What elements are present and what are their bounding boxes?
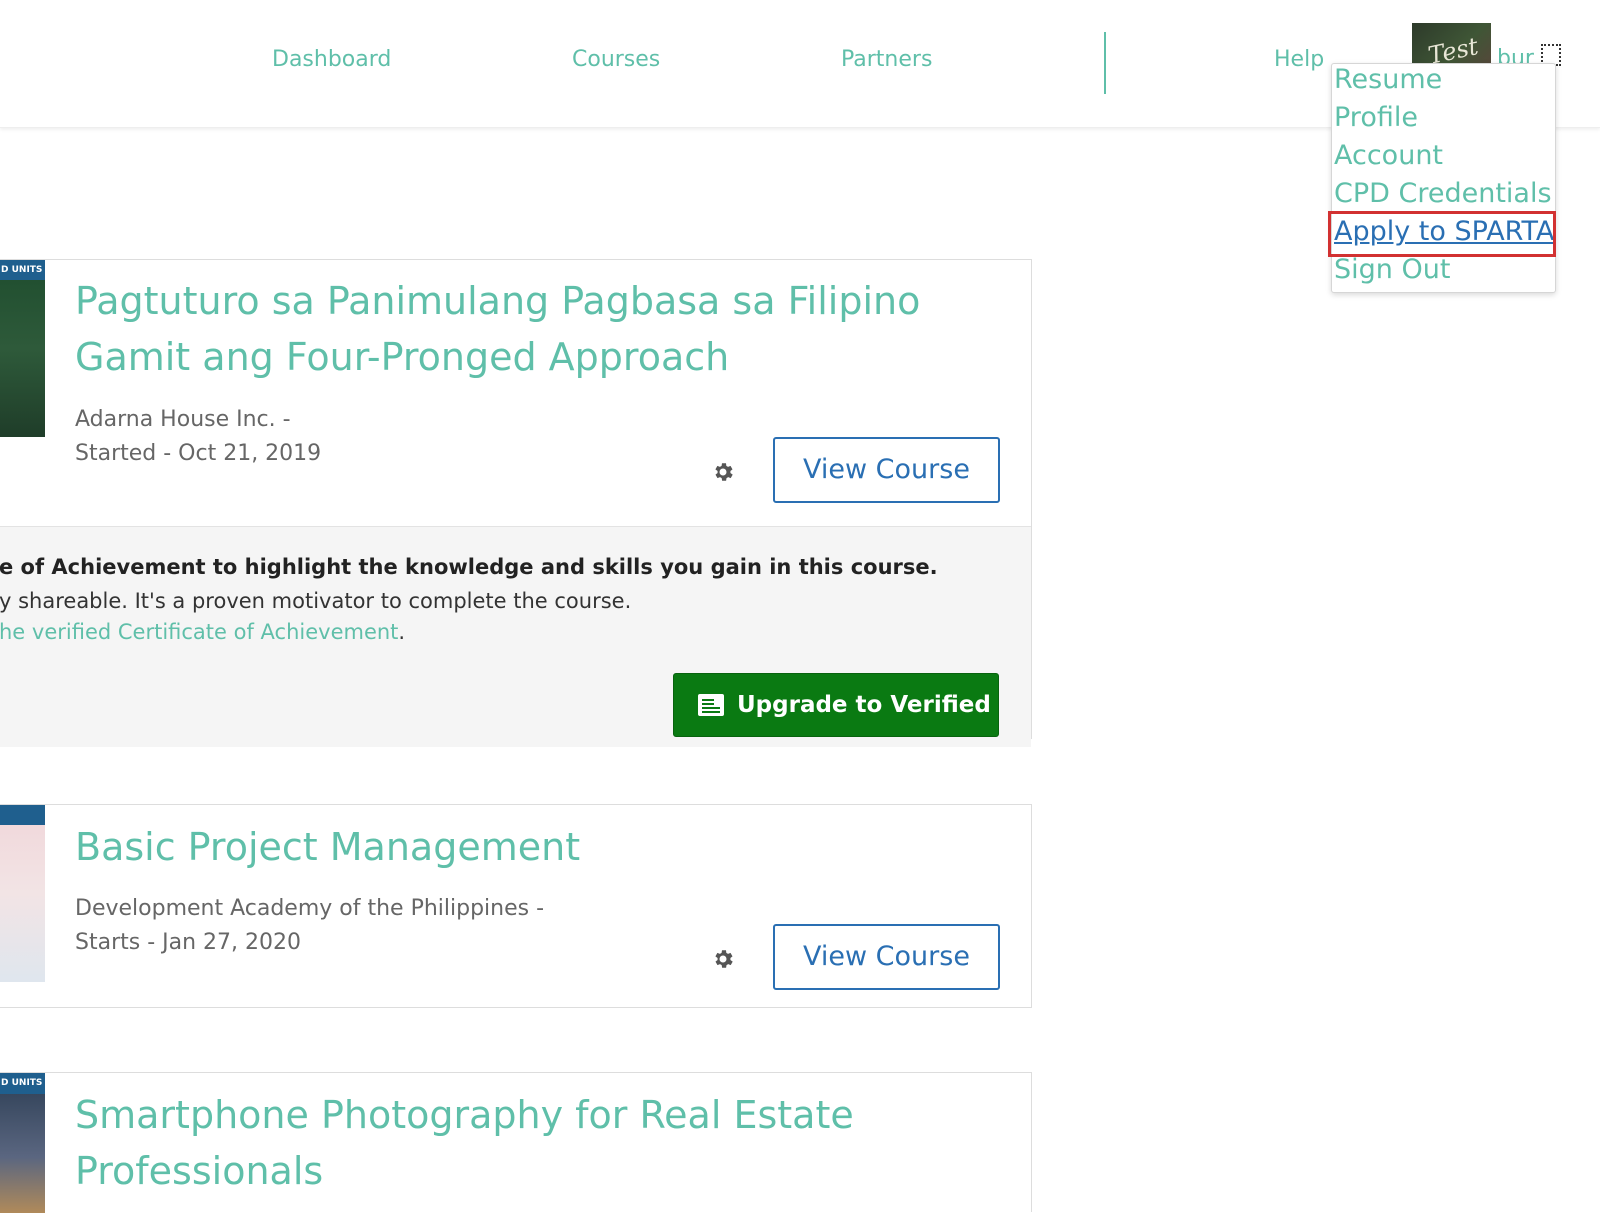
course-org: Development Academy of the Philippines - (75, 896, 545, 921)
gear-icon[interactable] (711, 460, 735, 484)
menu-item-cpd-credentials[interactable]: CPD Credentials (1334, 178, 1552, 209)
certificate-icon (698, 694, 724, 716)
upsell-period: . (398, 620, 406, 644)
upsell-text: y shareable. It's a proven motivator to … (0, 589, 632, 613)
course-card: D UNITS Smartphone Photography for Real … (0, 1072, 1032, 1213)
menu-item-sign-out[interactable]: Sign Out (1334, 254, 1450, 285)
units-badge (0, 805, 45, 825)
upgrade-upsell: e of Achievement to highlight the knowle… (0, 526, 1031, 747)
upsell-headline: e of Achievement to highlight the knowle… (0, 555, 938, 579)
nav-help[interactable]: Help (1274, 47, 1324, 72)
nav-dashboard[interactable]: Dashboard (272, 47, 391, 72)
upgrade-button-label: Upgrade to Verified (737, 692, 991, 718)
course-org: Adarna House Inc. - (75, 407, 291, 432)
course-thumbnail[interactable]: D UNITS (0, 260, 45, 437)
course-date: Started - Oct 21, 2019 (75, 441, 322, 466)
units-badge: D UNITS (0, 260, 45, 280)
course-title[interactable]: Pagtuturo sa Panimulang Pagbasa sa Filip… (75, 273, 975, 385)
nav-partners[interactable]: Partners (841, 47, 932, 72)
menu-item-account[interactable]: Account (1334, 140, 1443, 171)
course-title[interactable]: Smartphone Photography for Real Estate P… (75, 1087, 975, 1199)
course-date: Starts - Jan 27, 2020 (75, 930, 302, 955)
highlight-box (1328, 211, 1556, 257)
units-badge: D UNITS (0, 1073, 45, 1093)
certificate-link[interactable]: he verified Certificate of Achievement (0, 620, 398, 644)
nav-divider (1104, 32, 1106, 94)
upsell-link-line: he verified Certificate of Achievement. (0, 620, 405, 644)
nav-courses[interactable]: Courses (572, 47, 660, 72)
course-card: Basic Project Management Development Aca… (0, 804, 1032, 1008)
upgrade-to-verified-button[interactable]: Upgrade to Verified (673, 673, 999, 737)
view-course-button[interactable]: View Course (773, 924, 1000, 990)
course-thumbnail[interactable]: D UNITS (0, 1073, 45, 1213)
menu-item-resume[interactable]: Resume (1334, 64, 1442, 95)
view-course-button[interactable]: View Course (773, 437, 1000, 503)
avatar[interactable]: Test (1412, 23, 1491, 68)
course-thumbnail[interactable] (0, 805, 45, 982)
course-card: D UNITS Pagtuturo sa Panimulang Pagbasa … (0, 259, 1032, 747)
gear-icon[interactable] (711, 947, 735, 971)
user-dropdown-menu: Resume Profile Account CPD Credentials A… (1328, 63, 1556, 293)
menu-item-profile[interactable]: Profile (1334, 102, 1418, 133)
course-title[interactable]: Basic Project Management (75, 819, 975, 875)
